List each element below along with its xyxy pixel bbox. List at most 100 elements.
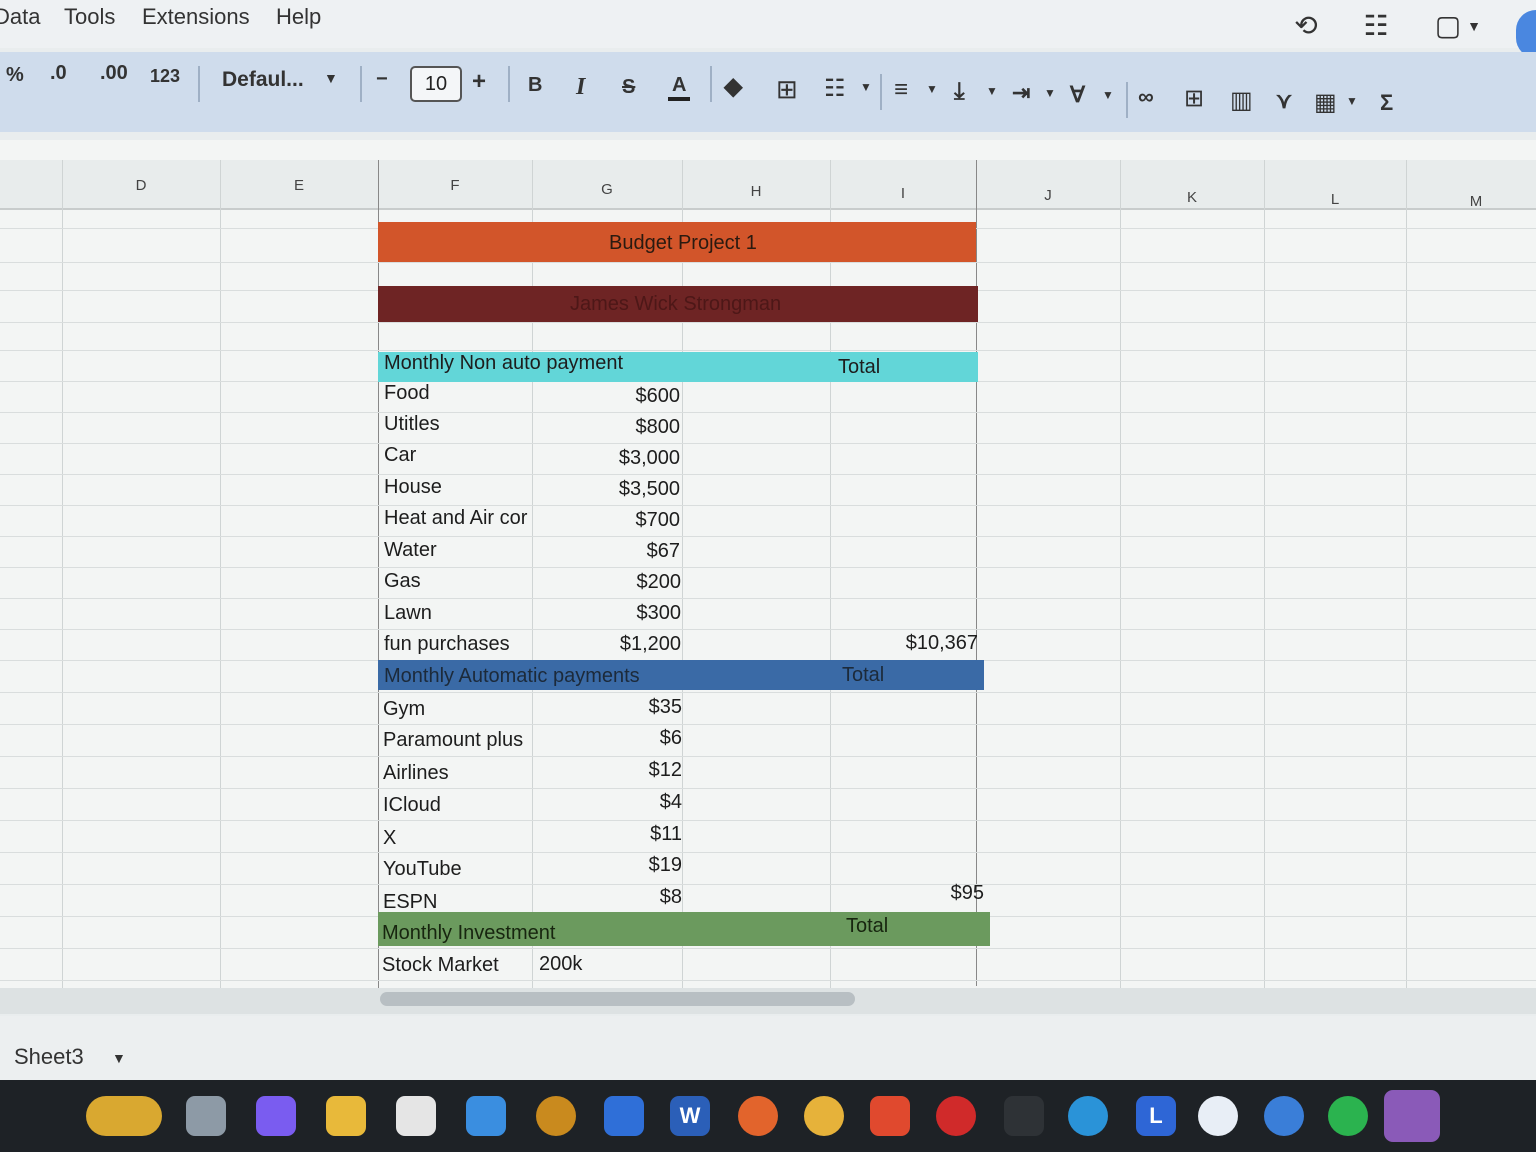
store-icon[interactable] bbox=[396, 1096, 436, 1136]
row-value[interactable]: 200k bbox=[539, 953, 582, 976]
spotify-icon[interactable] bbox=[1328, 1096, 1368, 1136]
section2-header[interactable]: Monthly Automatic payments bbox=[384, 665, 640, 688]
copilot-icon[interactable] bbox=[256, 1096, 296, 1136]
row-value[interactable]: $200 bbox=[540, 571, 682, 594]
decrease-font-size-button[interactable]: − bbox=[376, 68, 388, 91]
row-label[interactable]: Car bbox=[384, 444, 416, 467]
column-header-m[interactable]: M bbox=[1406, 182, 1536, 222]
increase-font-size-button[interactable]: + bbox=[472, 68, 486, 96]
task-view-icon[interactable] bbox=[186, 1096, 226, 1136]
opera-icon[interactable] bbox=[936, 1096, 976, 1136]
insert-chart-icon[interactable]: ▥ bbox=[1230, 86, 1253, 115]
vertical-align-icon[interactable]: ⤓ bbox=[954, 78, 965, 106]
horizontal-scrollbar[interactable] bbox=[0, 988, 1536, 1014]
format-percent-button[interactable]: % bbox=[6, 64, 24, 87]
row-label[interactable]: Lawn bbox=[384, 602, 432, 625]
row-label[interactable]: Heat and Air cor bbox=[384, 507, 532, 530]
insert-comment-icon[interactable]: ⊞ bbox=[1184, 84, 1204, 113]
row-value[interactable]: $6 bbox=[540, 727, 682, 750]
chevron-down-icon[interactable]: ▼ bbox=[1456, 8, 1492, 44]
row-value[interactable]: $1,200 bbox=[540, 633, 681, 656]
text-color-button[interactable]: A bbox=[668, 74, 691, 101]
row-label[interactable]: House bbox=[384, 476, 442, 499]
filter-icon[interactable]: ⋎ bbox=[1276, 88, 1292, 114]
row-label[interactable]: ICloud bbox=[383, 794, 441, 817]
chevron-down-icon[interactable]: ▼ bbox=[926, 82, 938, 96]
chevron-down-icon[interactable]: ▼ bbox=[1346, 94, 1358, 108]
sheet-tab[interactable]: Sheet3 bbox=[14, 1044, 84, 1070]
row-label[interactable]: fun purchases bbox=[384, 633, 510, 656]
column-header-h[interactable]: H bbox=[682, 172, 830, 212]
menu-extensions[interactable]: Extensions bbox=[142, 4, 250, 30]
l-app-icon[interactable]: L bbox=[1136, 1096, 1176, 1136]
version-history-icon[interactable]: ⟲ bbox=[1288, 8, 1324, 44]
functions-button[interactable]: Σ bbox=[1380, 90, 1393, 116]
row-label[interactable]: Water bbox=[384, 539, 437, 562]
merge-cells-icon[interactable]: ☷ bbox=[824, 74, 846, 103]
decrease-decimal-button[interactable]: .0 bbox=[50, 62, 67, 85]
chrome-icon[interactable] bbox=[804, 1096, 844, 1136]
chevron-down-icon[interactable]: ▼ bbox=[986, 84, 998, 98]
mail-icon[interactable] bbox=[466, 1096, 506, 1136]
column-header-k[interactable]: K bbox=[1120, 178, 1264, 218]
increase-decimal-button[interactable]: .00 bbox=[100, 62, 128, 85]
row-value[interactable]: $800 bbox=[540, 416, 681, 439]
row-label[interactable]: Airlines bbox=[383, 762, 449, 785]
row-value[interactable]: $600 bbox=[540, 385, 681, 408]
borders-icon[interactable]: ⊞ bbox=[776, 74, 798, 105]
widgets-icon[interactable] bbox=[86, 1096, 162, 1136]
bing-icon[interactable] bbox=[604, 1096, 644, 1136]
notes-icon[interactable] bbox=[1384, 1090, 1440, 1142]
row-value[interactable]: $35 bbox=[540, 696, 682, 719]
row-value[interactable]: $11 bbox=[540, 823, 682, 846]
column-header-i[interactable]: I bbox=[830, 174, 976, 214]
row-value[interactable]: $300 bbox=[540, 602, 682, 625]
number-format-button[interactable]: 123 bbox=[150, 66, 180, 87]
firefox-icon[interactable] bbox=[738, 1096, 778, 1136]
filter-views-icon[interactable]: ▦ bbox=[1314, 88, 1337, 117]
row-label[interactable]: X bbox=[383, 827, 396, 850]
section1-header[interactable]: Monthly Non auto payment bbox=[384, 352, 623, 375]
game-icon[interactable] bbox=[536, 1096, 576, 1136]
fill-color-icon[interactable]: ◆ bbox=[724, 72, 742, 101]
text-wrapping-icon[interactable]: ⇥ bbox=[1012, 80, 1030, 106]
spreadsheet-grid[interactable] bbox=[0, 140, 1536, 1010]
column-header-l[interactable]: L bbox=[1264, 180, 1406, 220]
row-label[interactable]: Paramount plus bbox=[383, 729, 523, 752]
bold-button[interactable]: B bbox=[528, 74, 542, 97]
edge-icon[interactable] bbox=[1068, 1096, 1108, 1136]
row-label[interactable]: ESPN bbox=[383, 891, 437, 914]
word-icon[interactable]: W bbox=[670, 1096, 710, 1136]
menu-tools[interactable]: Tools bbox=[64, 4, 115, 30]
avatar[interactable] bbox=[1516, 10, 1536, 58]
row-value[interactable]: $67 bbox=[540, 540, 680, 563]
horizontal-align-icon[interactable]: ≡ bbox=[894, 76, 908, 104]
column-header-g[interactable]: G bbox=[532, 170, 682, 210]
row-value[interactable]: $3,000 bbox=[540, 447, 680, 470]
section2-total-value[interactable]: $95 bbox=[846, 882, 984, 905]
author-name[interactable]: James Wick Strongman bbox=[570, 293, 781, 316]
chevron-down-icon[interactable]: ▼ bbox=[112, 1050, 126, 1066]
ccleaner-icon[interactable] bbox=[1264, 1096, 1304, 1136]
row-value[interactable]: $8 bbox=[540, 886, 682, 909]
sheet-title[interactable]: Budget Project 1 bbox=[609, 232, 757, 255]
section3-header[interactable]: Monthly Investment bbox=[382, 922, 555, 945]
italic-button[interactable]: I bbox=[576, 74, 585, 101]
menu-help[interactable]: Help bbox=[276, 4, 321, 30]
row-value[interactable]: $19 bbox=[540, 854, 682, 877]
column-header-d[interactable]: D bbox=[62, 166, 220, 206]
row-label[interactable]: Stock Market bbox=[382, 954, 499, 977]
column-header-f[interactable]: F bbox=[378, 166, 532, 206]
insert-link-icon[interactable]: ∞ bbox=[1138, 84, 1154, 110]
comments-icon[interactable]: ☷ bbox=[1358, 8, 1394, 44]
row-label[interactable]: Utitles bbox=[384, 413, 440, 436]
section2-total-label[interactable]: Total bbox=[842, 664, 884, 687]
chevron-down-icon[interactable]: ▼ bbox=[1044, 86, 1056, 100]
column-header-e[interactable]: E bbox=[220, 166, 378, 206]
font-family-select[interactable]: Defaul... bbox=[222, 68, 304, 92]
text-rotation-icon[interactable]: ∀ bbox=[1070, 82, 1085, 108]
file-explorer-icon[interactable] bbox=[326, 1096, 366, 1136]
strikethrough-button[interactable]: S bbox=[622, 76, 635, 99]
row-value[interactable]: $3,500 bbox=[540, 478, 680, 501]
section1-total-value[interactable]: $10,367 bbox=[840, 632, 978, 655]
